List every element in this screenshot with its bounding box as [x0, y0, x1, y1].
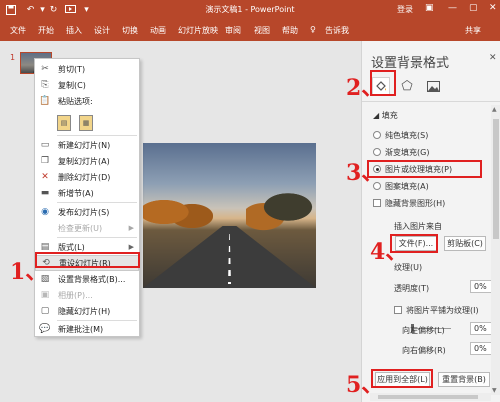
ribbon-display-icon[interactable]: ▣ — [425, 3, 434, 13]
menu-item-hide-slide[interactable]: ▢ 隐藏幻灯片(H) — [35, 303, 139, 319]
menu-item-cut[interactable]: ✂ 剪切(T) — [35, 61, 139, 77]
menu-item-publish-slides[interactable]: ◉ 发布幻灯片(S) — [35, 204, 139, 220]
tab-slideshow[interactable]: 幻灯片放映 — [178, 25, 218, 36]
annotation-number-3: 3、 — [346, 160, 384, 186]
slide-number: 1 — [10, 53, 16, 62]
share-button[interactable]: 共享 — [465, 25, 481, 36]
scroll-down-icon[interactable]: ▼ — [492, 387, 497, 394]
offset-right-label: 向右偏移(R) — [402, 346, 446, 355]
tab-file[interactable]: 文件 — [10, 25, 26, 36]
login-link[interactable]: 登录 — [397, 4, 413, 15]
paste-options-row: ▤ ▦ — [57, 113, 135, 133]
collapse-triangle-icon: ◢ — [373, 111, 382, 120]
annotation-box-picture-fill — [367, 160, 482, 178]
menu-item-add-section[interactable]: ▬ 新增节(A) — [35, 185, 139, 201]
menu-item-label: 删除幻灯片(D) — [58, 172, 111, 182]
menu-item-label: 新增节(A) — [58, 188, 94, 198]
clipboard-icon: 📋 — [39, 96, 51, 106]
menu-item-label: 复制幻灯片(A) — [58, 156, 110, 166]
tab-transitions[interactable]: 切换 — [122, 25, 138, 36]
menu-item-check-updates: 检查更新(U) ▶ — [35, 220, 139, 236]
offset-right-field[interactable]: 0% — [470, 342, 492, 355]
context-menu: ✂ 剪切(T) ⎘ 复制(C) 📋 粘贴选项: ▤ ▦ ▭ 新建幻灯片(N) ❐… — [34, 58, 140, 337]
offset-left-label: 向左偏移(L) — [402, 326, 445, 335]
minimize-icon[interactable]: — — [448, 3, 457, 13]
menu-item-duplicate-slide[interactable]: ❐ 复制幻灯片(A) — [35, 153, 139, 169]
tab-animations[interactable]: 动画 — [150, 25, 166, 36]
menu-item-label: 设置背景格式(B)... — [58, 274, 126, 284]
scissors-icon: ✂ — [41, 64, 49, 74]
copy-icon: ⎘ — [41, 80, 49, 90]
menu-item-paste-options: 📋 粘贴选项: — [35, 93, 139, 109]
menu-item-copy[interactable]: ⎘ 复制(C) — [35, 77, 139, 93]
new-comment-icon: 💬 — [39, 324, 51, 334]
tab-review[interactable]: 审阅 — [225, 25, 241, 36]
lightbulb-icon: ♀ — [310, 25, 316, 34]
hide-slide-icon: ▢ — [40, 306, 50, 316]
annotation-number-4: 4、 — [370, 239, 408, 265]
option-tile-as-texture[interactable]: 将图片平铺为纹理(I) — [394, 304, 479, 316]
insert-from-label: 插入图片来自 — [394, 222, 442, 231]
menu-item-new-comment[interactable]: 💬 新建批注(M) — [35, 321, 139, 337]
menu-item-label: 版式(L) — [58, 242, 85, 252]
checkbox[interactable] — [373, 199, 381, 207]
option-hide-background-graphics[interactable]: 隐藏背景图形(H) — [373, 197, 445, 209]
maximize-icon[interactable]: ▢ — [469, 3, 478, 13]
clipboard-button[interactable]: 剪贴板(C) — [444, 236, 486, 251]
duplicate-slide-icon: ❐ — [40, 156, 50, 166]
add-section-icon: ▬ — [40, 188, 50, 198]
annotation-number-1: 1、 — [10, 259, 48, 285]
menu-item-label: 粘贴选项: — [58, 96, 93, 106]
menu-item-new-slide[interactable]: ▭ 新建幻灯片(N) — [35, 137, 139, 153]
paste-keep-theme-icon[interactable]: ▤ — [57, 115, 71, 131]
menu-item-delete-slide[interactable]: ✕ 删除幻灯片(D) — [35, 169, 139, 185]
pane-vertical-scrollbar[interactable]: ▲ ▼ — [491, 105, 500, 395]
annotation-number-2: 2、 — [346, 75, 384, 101]
scroll-up-icon[interactable]: ▲ — [492, 106, 497, 113]
picture-icon[interactable] — [424, 77, 442, 95]
menu-item-label: 复制(C) — [58, 80, 86, 90]
close-pane-icon[interactable]: ✕ — [489, 53, 497, 63]
menu-item-label: 剪切(T) — [58, 64, 86, 74]
ribbon-tabs: 文件 开始 插入 设计 切换 动画 幻灯片放映 审阅 视图 帮助 ♀ 告诉我 共… — [0, 19, 500, 41]
checkbox[interactable] — [394, 306, 402, 314]
menu-item-format-background[interactable]: ▧ 设置背景格式(B)... — [35, 271, 139, 287]
tab-insert[interactable]: 插入 — [66, 25, 82, 36]
paste-picture-icon[interactable]: ▦ — [79, 115, 93, 131]
annotation-number-5: 5、 — [346, 372, 384, 398]
option-solid-fill[interactable]: 纯色填充(S) — [373, 129, 428, 141]
menu-item-label: 发布幻灯片(S) — [58, 207, 110, 217]
submenu-arrow-icon: ▶ — [128, 224, 134, 232]
menu-item-photo-album: ▣ 相册(P)... — [35, 287, 139, 303]
delete-slide-icon: ✕ — [41, 172, 49, 182]
submenu-arrow-icon: ▶ — [128, 243, 134, 251]
tab-view[interactable]: 视图 — [254, 25, 270, 36]
fill-section-header[interactable]: ◢ 填充 — [373, 110, 398, 121]
tab-design[interactable]: 设计 — [94, 25, 110, 36]
pane-horizontal-scrollbar[interactable] — [370, 393, 491, 401]
title-bar: ↶ ▾ ↻ ▾ 演示文稿1 - PowerPoint 登录 ▣ — ▢ ✕ — [0, 0, 500, 19]
effects-pentagon-icon[interactable]: ⬠ — [398, 77, 416, 95]
tab-home[interactable]: 开始 — [38, 25, 54, 36]
slide-background-photo — [143, 143, 316, 288]
radio-button[interactable] — [373, 131, 381, 139]
annotation-box-reset-slide — [35, 252, 140, 268]
photo-album-icon: ▣ — [40, 290, 50, 300]
menu-item-label: 检查更新(U) — [58, 223, 103, 233]
new-slide-icon: ▭ — [40, 140, 50, 150]
menu-item-label: 隐藏幻灯片(H) — [58, 306, 111, 316]
transparency-label: 透明度(T) — [394, 284, 430, 293]
tab-help[interactable]: 帮助 — [282, 25, 298, 36]
menu-item-label: 相册(P)... — [58, 290, 93, 300]
tell-me-search[interactable]: 告诉我 — [325, 25, 349, 36]
transparency-field[interactable]: 0% — [470, 280, 492, 293]
menu-item-label: 新建批注(M) — [58, 324, 104, 334]
pane-title: 设置背景格式 — [371, 56, 450, 71]
menu-item-label: 新建幻灯片(N) — [58, 140, 111, 150]
offset-left-field[interactable]: 0% — [470, 322, 492, 335]
publish-icon: ◉ — [41, 207, 49, 217]
reset-background-button[interactable]: 重置背景(B) — [438, 372, 490, 387]
close-icon[interactable]: ✕ — [489, 3, 497, 13]
